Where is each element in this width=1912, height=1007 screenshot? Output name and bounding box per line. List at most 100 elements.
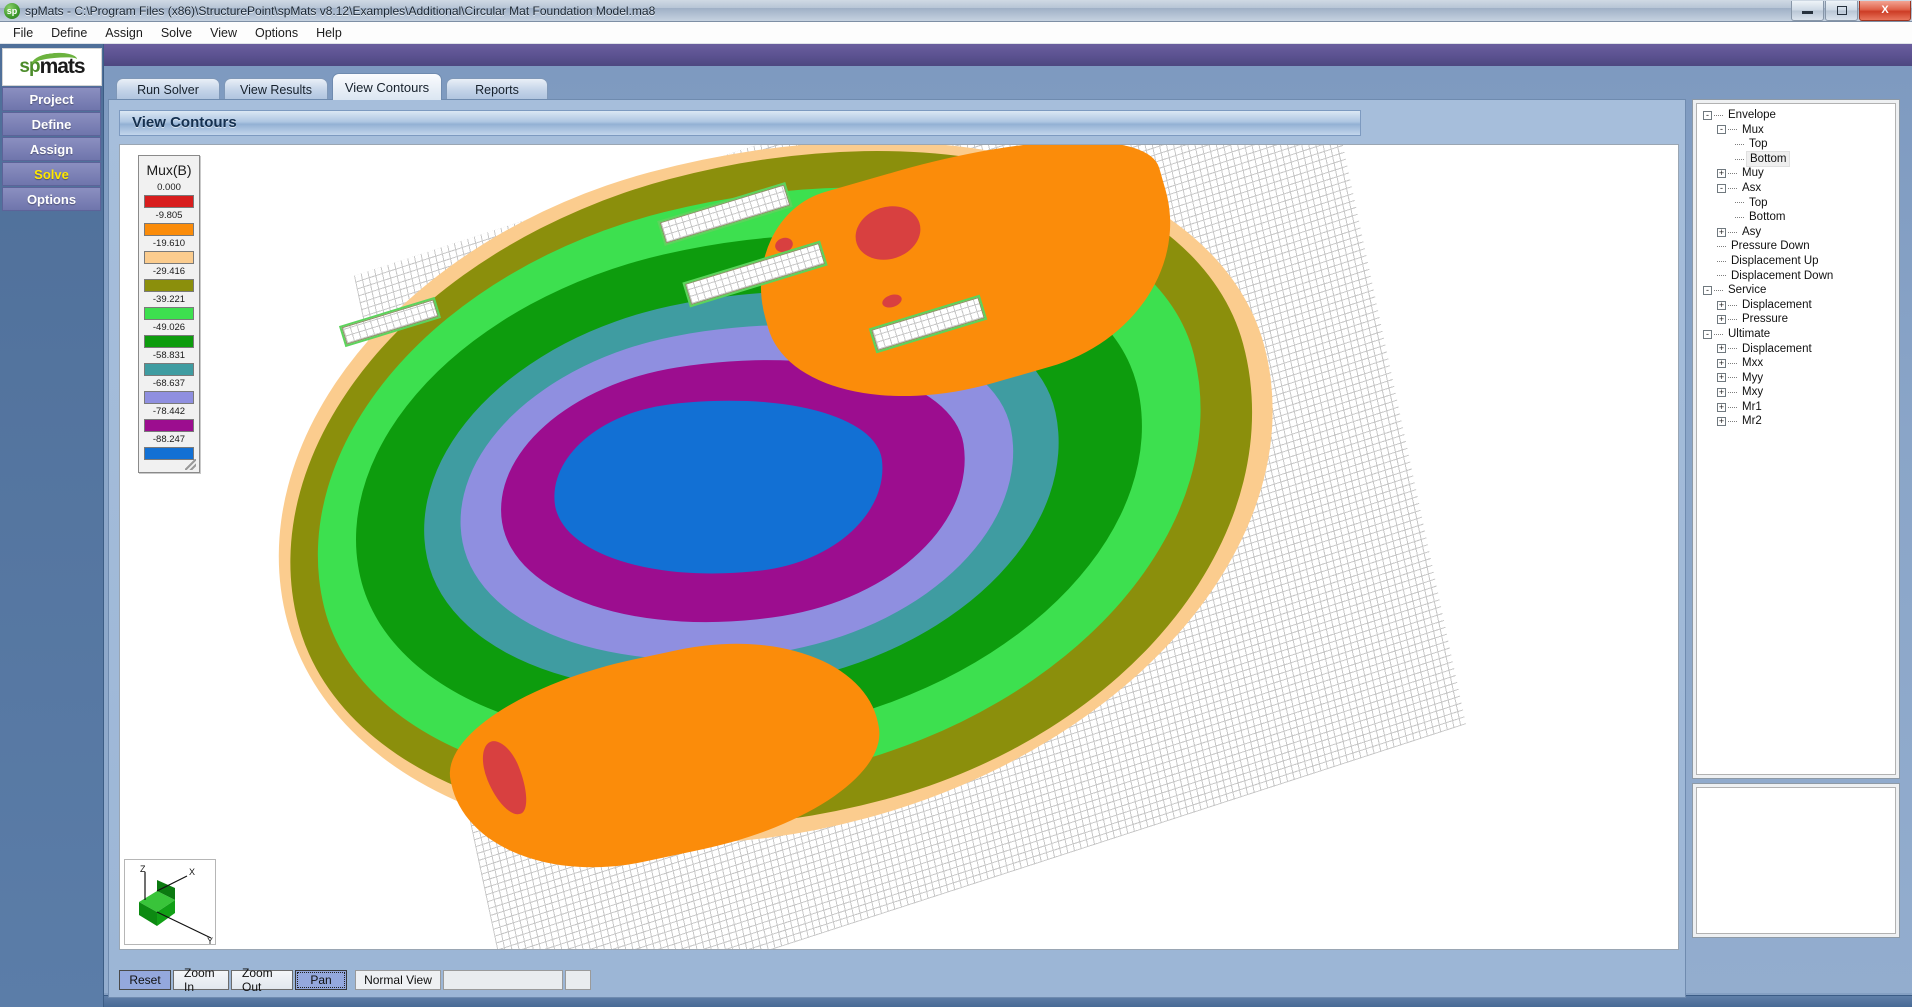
tree-label: Displacement Down xyxy=(1731,269,1834,282)
tree-node-mxy[interactable]: + Mxy xyxy=(1701,385,1893,400)
sidebar-item-options[interactable]: Options xyxy=(2,187,101,211)
results-tree[interactable]: - Envelope - Mux Top Bottom + Muy - Asx … xyxy=(1697,104,1895,431)
tree-node-mxx[interactable]: + Mxx xyxy=(1701,356,1893,371)
menu-solve[interactable]: Solve xyxy=(152,24,201,42)
tree-connector-icon xyxy=(1728,129,1737,131)
legend-swatch-8 xyxy=(144,419,194,432)
tree-node-mux[interactable]: - Mux xyxy=(1701,123,1893,138)
legend-resize-grip-icon[interactable] xyxy=(185,459,196,470)
tree-node-service[interactable]: - Service xyxy=(1701,283,1893,298)
expand-toggle-icon[interactable]: + xyxy=(1717,402,1726,412)
tree-node-mux-top[interactable]: Top xyxy=(1701,137,1893,152)
expand-toggle-icon[interactable]: + xyxy=(1717,227,1726,237)
tree-node-myy[interactable]: + Myy xyxy=(1701,371,1893,386)
tree-node-envelope[interactable]: - Envelope xyxy=(1701,108,1893,123)
tree-node-asx[interactable]: - Asx xyxy=(1701,181,1893,196)
close-button[interactable]: X xyxy=(1859,0,1911,21)
tree-node-displacement-down[interactable]: Displacement Down xyxy=(1701,269,1893,284)
titlebar-left: sp spMats - C:\Program Files (x86)\Struc… xyxy=(0,2,1790,19)
expand-toggle-icon[interactable]: + xyxy=(1717,169,1726,179)
minimize-button[interactable] xyxy=(1791,0,1824,21)
view-toolbar: Reset Zoom In Zoom Out Pan Normal View xyxy=(119,966,1369,994)
menu-define[interactable]: Define xyxy=(42,24,96,42)
sidebar-item-assign[interactable]: Assign xyxy=(2,137,101,161)
expand-toggle-icon[interactable]: + xyxy=(1717,417,1726,427)
sidebar-item-define[interactable]: Define xyxy=(2,112,101,136)
tree-label: Ultimate xyxy=(1728,327,1771,340)
tree-node-service-displacement[interactable]: + Displacement xyxy=(1701,298,1893,313)
tree-node-muy[interactable]: + Muy xyxy=(1701,166,1893,181)
pan-button[interactable]: Pan xyxy=(295,970,347,990)
tree-connector-icon xyxy=(1728,377,1737,379)
zoom-out-button[interactable]: Zoom Out xyxy=(231,966,293,994)
reset-button[interactable]: Reset xyxy=(119,970,171,990)
tree-node-ultimate-displacement[interactable]: + Displacement xyxy=(1701,342,1893,357)
legend-value-1: -9.805 xyxy=(155,210,183,221)
results-tree-inner[interactable]: - Envelope - Mux Top Bottom + Muy - Asx … xyxy=(1696,103,1896,775)
view-contours-panel: View Contours Mux(B) 0.000 -9.805 -19.61… xyxy=(108,99,1686,998)
tree-node-pressure-down[interactable]: Pressure Down xyxy=(1701,239,1893,254)
contour-legend[interactable]: Mux(B) 0.000 -9.805 -19.610 -29.416 -39.… xyxy=(138,155,200,473)
tree-connector-icon xyxy=(1728,421,1737,423)
tab-view-contours[interactable]: View Contours xyxy=(332,73,442,100)
legend-entry-7: -68.637 xyxy=(139,378,199,404)
tree-connector-icon xyxy=(1714,114,1723,116)
legend-swatch-6 xyxy=(144,363,194,376)
zoom-in-button[interactable]: Zoom In xyxy=(173,966,229,994)
tree-connector-icon xyxy=(1728,231,1737,233)
right-column: - Envelope - Mux Top Bottom + Muy - Asx … xyxy=(1692,99,1900,998)
legend-title: Mux(B) xyxy=(146,162,192,178)
tree-connector-icon xyxy=(1735,158,1744,160)
tab-strip: Run Solver View Results View Contours Re… xyxy=(108,72,1686,100)
menu-options[interactable]: Options xyxy=(246,24,307,42)
view-mode-field[interactable]: Normal View xyxy=(355,970,441,990)
tree-label: Asx xyxy=(1742,181,1762,194)
tab-reports[interactable]: Reports xyxy=(446,78,548,100)
tree-connector-icon xyxy=(1714,333,1723,335)
expand-toggle-icon[interactable]: + xyxy=(1717,373,1726,383)
tree-connector-icon xyxy=(1728,304,1737,306)
legend-value-9: -88.247 xyxy=(152,434,186,445)
sidebar-item-solve[interactable]: Solve xyxy=(2,162,101,186)
menu-help[interactable]: Help xyxy=(307,24,351,42)
menu-view[interactable]: View xyxy=(201,24,246,42)
tree-connector-icon xyxy=(1717,246,1726,248)
tree-label: Mux xyxy=(1742,123,1764,136)
expand-toggle-icon[interactable]: + xyxy=(1717,388,1726,398)
restore-button[interactable] xyxy=(1825,0,1858,21)
tree-node-service-pressure[interactable]: + Pressure xyxy=(1701,312,1893,327)
minimize-icon xyxy=(1802,11,1813,14)
menu-assign[interactable]: Assign xyxy=(96,24,152,42)
expand-toggle-icon[interactable]: + xyxy=(1717,344,1726,354)
collapse-toggle-icon[interactable]: - xyxy=(1717,125,1726,135)
menu-file[interactable]: File xyxy=(4,24,42,42)
properties-panel-inner[interactable] xyxy=(1696,787,1896,934)
sidebar-item-project[interactable]: Project xyxy=(2,87,101,111)
tree-node-asx-bottom[interactable]: Bottom xyxy=(1701,210,1893,225)
tree-node-ultimate[interactable]: - Ultimate xyxy=(1701,327,1893,342)
tree-node-mux-bottom[interactable]: Bottom xyxy=(1701,150,1893,168)
collapse-toggle-icon[interactable]: - xyxy=(1703,110,1712,120)
tree-node-mr1[interactable]: + Mr1 xyxy=(1701,400,1893,415)
results-tree-panel: - Envelope - Mux Top Bottom + Muy - Asx … xyxy=(1692,99,1900,779)
collapse-toggle-icon[interactable]: - xyxy=(1703,329,1712,339)
window-titlebar: sp spMats - C:\Program Files (x86)\Struc… xyxy=(0,0,1912,22)
tree-label: Pressure xyxy=(1742,313,1789,326)
legend-swatch-4 xyxy=(144,307,194,320)
collapse-toggle-icon[interactable]: - xyxy=(1703,285,1712,295)
expand-toggle-icon[interactable]: + xyxy=(1717,315,1726,325)
tree-label: Envelope xyxy=(1728,109,1776,121)
tree-node-asx-top[interactable]: Top xyxy=(1701,196,1893,211)
tree-node-displacement-up[interactable]: Displacement Up xyxy=(1701,254,1893,269)
tab-run-solver[interactable]: Run Solver xyxy=(116,78,220,100)
properties-panel xyxy=(1692,783,1900,938)
expand-toggle-icon[interactable]: + xyxy=(1717,358,1726,368)
tree-label: Bottom xyxy=(1746,150,1791,168)
collapse-toggle-icon[interactable]: - xyxy=(1717,183,1726,193)
expand-toggle-icon[interactable]: + xyxy=(1717,300,1726,310)
tree-node-asy[interactable]: + Asy xyxy=(1701,225,1893,240)
contour-canvas[interactable]: Mux(B) 0.000 -9.805 -19.610 -29.416 -39.… xyxy=(119,144,1679,950)
tree-label: Top xyxy=(1749,138,1768,151)
tab-view-results[interactable]: View Results xyxy=(224,78,328,100)
tree-node-mr2[interactable]: + Mr2 xyxy=(1701,414,1893,429)
